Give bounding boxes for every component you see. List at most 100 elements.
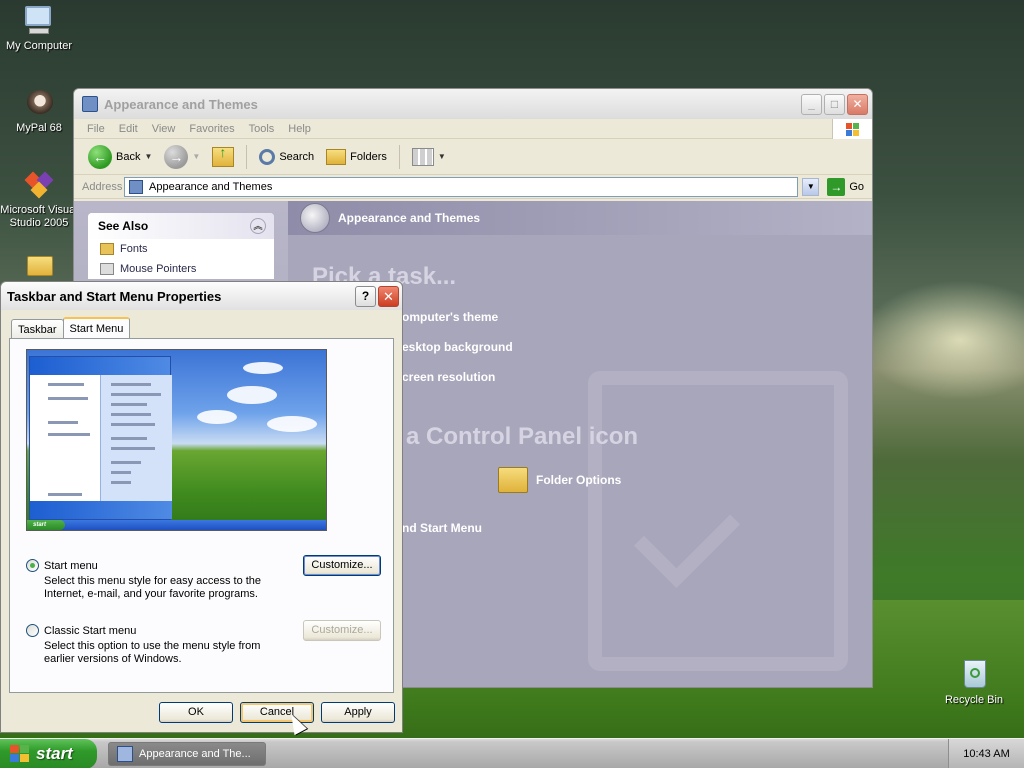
taskbar-item-appearance-themes[interactable]: Appearance and The... [108,742,266,766]
views-button[interactable]: ▼ [408,146,450,168]
preview-start-menu [29,356,172,520]
see-also-link-label: Mouse Pointers [120,263,197,275]
forward-button[interactable]: → ▼ [160,143,204,171]
classic-start-menu-description: Select this option to use the menu style… [44,640,261,665]
explorer-toolbar: ← Back ▼ → ▼ ↑ Search Folders ▼ [74,139,872,175]
ok-button[interactable]: OK [159,702,233,723]
search-button[interactable]: Search [255,147,318,167]
menu-help[interactable]: Help [281,123,318,135]
go-button[interactable]: → Go [823,177,872,196]
appearance-themes-icon [300,203,330,233]
desktop-icon-label: Recycle Bin [944,694,1004,706]
watermark-checklist-icon [588,371,848,671]
cancel-button[interactable]: Cancel [240,702,314,723]
customize-classic-menu-button[interactable]: Customize... [303,620,381,641]
back-button[interactable]: ← Back ▼ [84,143,156,171]
go-label: Go [849,180,864,193]
close-button[interactable]: ✕ [847,93,868,115]
recycle-bin-icon [958,658,990,690]
folder-icon [23,250,55,282]
taskbar: start Appearance and The... 10:43 AM [0,738,1024,768]
desktop-icon-mypal[interactable]: MyPal 68 [0,86,82,135]
classic-start-menu-radio-option[interactable]: Classic Start menu [26,624,136,637]
explorer-title: Appearance and Themes [104,96,258,112]
dropdown-arrow-icon[interactable]: ▼ [192,152,200,161]
category-title: Appearance and Themes [338,211,481,225]
menu-edit[interactable]: Edit [112,123,145,135]
mypal-icon [23,86,55,118]
start-button[interactable]: start [0,739,97,768]
start-menu-preview: start [26,349,327,531]
dropdown-arrow-icon[interactable]: ▼ [438,152,446,161]
control-panel-icon [117,746,133,762]
go-arrow-icon: → [827,177,846,196]
search-label: Search [279,150,315,163]
wallpaper-sun-glow [860,280,1024,400]
system-tray-clock[interactable]: 10:43 AM [948,739,1024,768]
folders-button[interactable]: Folders [322,147,391,167]
back-arrow-icon: ← [88,144,112,169]
desktop-icon-label: My Computer [5,40,73,52]
forward-arrow-icon: → [164,144,189,169]
desktop-icon-label: Microsoft Visual Studio 2005 [0,204,78,229]
desktop-icon-label: MyPal 68 [16,122,62,134]
start-menu-description: Select this menu style for easy access t… [44,575,262,600]
menu-favorites[interactable]: Favorites [182,123,241,135]
windows-logo-icon [832,118,872,139]
address-bar: Address Appearance and Themes ▼ → Go [74,175,872,199]
minimize-button[interactable]: _ [801,93,822,115]
see-also-header[interactable]: See Also ︽ [88,213,274,239]
dialog-title: Taskbar and Start Menu Properties [7,288,222,304]
explorer-title-bar[interactable]: Appearance and Themes _ □ ✕ [74,89,872,119]
customize-start-menu-button[interactable]: Customize... [303,555,381,576]
task-link-theme[interactable]: omputer's theme [402,310,498,324]
help-button[interactable]: ? [355,285,376,307]
desktop-icon-my-computer[interactable]: My Computer [0,4,82,53]
tab-taskbar[interactable]: Taskbar [11,319,64,339]
search-icon [259,148,276,165]
toolbar-separator [398,144,400,169]
start-menu-radio-option[interactable]: Start menu [26,559,98,572]
task-link-resolution[interactable]: creen resolution [402,370,495,384]
see-also-title: See Also [98,219,149,233]
folder-options-icon [498,467,528,493]
classic-start-menu-radio[interactable] [26,624,39,637]
desktop-icon-recycle-bin[interactable]: Recycle Bin [931,658,1017,707]
windows-flag-icon [10,745,30,763]
maximize-button[interactable]: □ [824,93,845,115]
category-header: Appearance and Themes [288,201,872,235]
dialog-close-button[interactable]: ✕ [378,285,399,307]
toolbar-separator [246,144,248,169]
taskbar-properties-dialog[interactable]: Taskbar and Start Menu Properties ? ✕ Ta… [0,281,403,733]
start-label: start [36,744,73,763]
clock: 10:43 AM [963,748,1010,760]
taskbar-start-menu-link[interactable]: nd Start Menu [402,521,482,535]
address-dropdown-button[interactable]: ▼ [802,177,820,196]
dropdown-arrow-icon[interactable]: ▼ [144,152,152,161]
folders-icon [326,148,347,165]
my-computer-icon [23,4,55,36]
apply-button[interactable]: Apply [321,702,395,723]
dialog-tabs: Taskbar Start Menu [11,316,131,340]
control-panel-icon [129,179,143,194]
see-also-link-label: Fonts [120,243,148,255]
taskbar-item-label: Appearance and The... [139,748,251,760]
start-menu-tab-panel: start Start menu Select this menu style … [9,338,394,693]
menu-view[interactable]: View [145,123,183,135]
up-folder-button[interactable]: ↑ [208,144,238,169]
task-link-background[interactable]: esktop background [402,340,513,354]
address-label: Address [82,180,123,193]
see-also-link-fonts[interactable]: Fonts [88,239,274,259]
address-input[interactable]: Appearance and Themes [124,176,799,197]
collapse-chevron-icon[interactable]: ︽ [250,218,266,234]
dialog-title-bar[interactable]: Taskbar and Start Menu Properties ? ✕ [1,282,402,310]
menu-file[interactable]: File [80,123,112,135]
desktop-icon-visual-studio[interactable]: Microsoft Visual Studio 2005 [0,168,82,230]
menu-tools[interactable]: Tools [242,123,282,135]
folder-options-link[interactable]: Folder Options [498,467,621,493]
explorer-menubar: File Edit View Favorites Tools Help [74,118,872,139]
start-menu-radio[interactable] [26,559,39,572]
see-also-link-mouse-pointers[interactable]: Mouse Pointers [88,259,274,279]
tab-start-menu[interactable]: Start Menu [62,317,131,340]
pick-icon-heading: a Control Panel icon [406,423,639,450]
